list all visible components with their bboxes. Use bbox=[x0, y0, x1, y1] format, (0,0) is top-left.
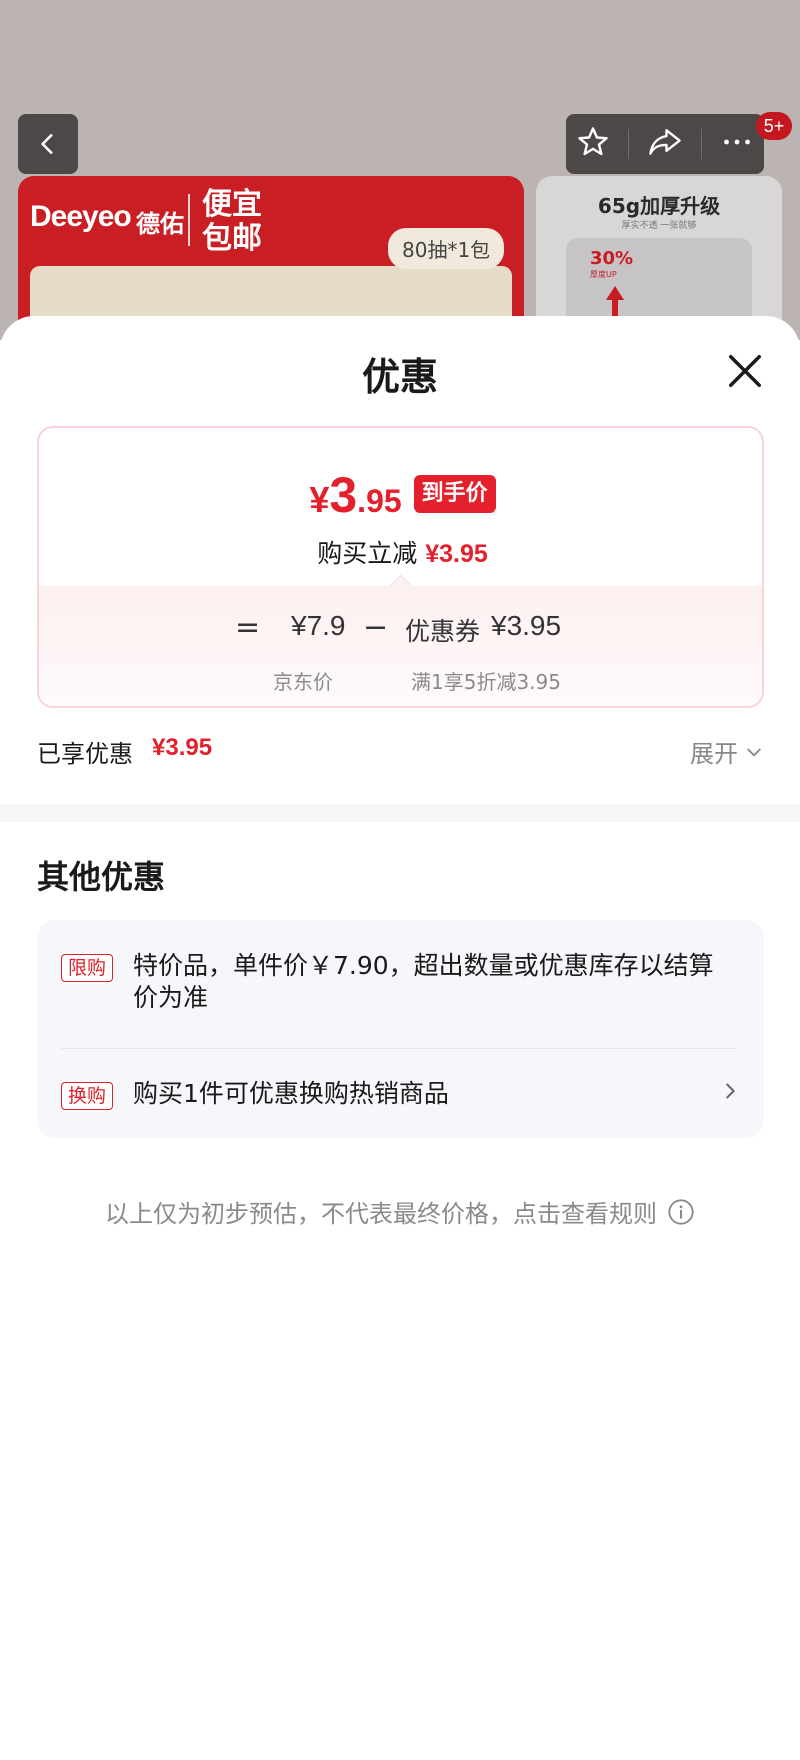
coupon-caption: 满1享5折减3.95 bbox=[411, 670, 561, 694]
chevron-down-icon bbox=[747, 748, 761, 756]
final-price-tag: 到手价 bbox=[413, 475, 496, 513]
jd-price-value: ¥7.9 bbox=[291, 610, 346, 641]
final-price-row: ¥3.95 到手价 bbox=[39, 466, 762, 524]
enjoyed-discount-label: 已享优惠 bbox=[37, 740, 133, 768]
final-price: ¥3.95 bbox=[309, 466, 401, 524]
banner-separator bbox=[188, 194, 190, 246]
promo-item-exchange[interactable]: 换购 购买1件可优惠换购热销商品 bbox=[61, 1078, 741, 1118]
action-separator bbox=[627, 129, 629, 159]
promo-text-exchange: 购买1件可优惠换购热销商品 bbox=[133, 1079, 449, 1108]
top-actions-bar bbox=[566, 114, 764, 174]
enjoyed-discount-value: ¥3.95 bbox=[152, 734, 213, 761]
banner-brand-cn: 德佑 bbox=[136, 210, 184, 238]
product-page-backdrop[interactable]: Deeyeo 德佑 便宜包邮 80抽*1包 65g加厚升级 厚实不透 一张就够 … bbox=[0, 0, 800, 340]
side-card-percent-note: 厚度UP bbox=[590, 270, 617, 279]
jd-price-caption: 京东价 bbox=[273, 670, 333, 694]
close-icon bbox=[729, 355, 761, 387]
side-card-title: 65g加厚升级 bbox=[597, 194, 721, 218]
share-icon bbox=[649, 129, 681, 155]
sheet-title: 优惠 bbox=[361, 355, 438, 399]
banner-slogan: 便宜包邮 bbox=[202, 187, 262, 256]
promo-text-limited: 特价品，单件价￥7.90，超出数量或优惠库存以结算价为准 bbox=[133, 951, 714, 1012]
side-card-percent: 30% 厚度UP bbox=[590, 248, 633, 280]
side-card-subtitle: 厚实不透 一张就够 bbox=[621, 221, 697, 231]
promo-item-limited: 限购 特价品，单件价￥7.90，超出数量或优惠库存以结算价为准 bbox=[61, 950, 741, 1030]
equals-sign: = bbox=[235, 610, 261, 645]
disclaimer-text: 以上仅为初步预估，不代表最终价格，点击查看规则 bbox=[105, 1200, 657, 1228]
info-icon bbox=[668, 1198, 694, 1225]
close-button[interactable] bbox=[720, 346, 770, 396]
banner-pack-label: 80抽*1包 bbox=[388, 228, 505, 269]
minus-sign: − bbox=[363, 610, 389, 645]
back-button[interactable] bbox=[18, 114, 78, 174]
expand-button[interactable]: 展开 bbox=[690, 734, 764, 769]
instant-discount-line: 购买立减 ¥3.95 bbox=[39, 534, 762, 570]
promo-tag-limited: 限购 bbox=[61, 954, 114, 982]
up-arrow-icon bbox=[606, 286, 624, 300]
star-icon bbox=[577, 127, 608, 156]
banner-brand: Deeyeo bbox=[30, 200, 132, 233]
chevron-right-icon bbox=[726, 1083, 735, 1099]
instant-discount-label: 购买立减 bbox=[317, 539, 418, 568]
price-calculation: = ¥7.9 京东价 − 优惠券 ¥3.95 满1享5折减3.95 bbox=[39, 586, 762, 706]
other-discounts-title: 其他优惠 bbox=[37, 858, 166, 896]
chevron-left-icon bbox=[41, 134, 53, 154]
promo-divider bbox=[61, 1048, 737, 1049]
final-price-currency: ¥ bbox=[309, 479, 330, 520]
more-dots-icon bbox=[724, 139, 751, 145]
discount-bottom-sheet: 优惠 ¥3.95 到手价 购买立减 ¥3.95 = ¥7.9 京东价 − 优惠券… bbox=[0, 316, 800, 1760]
section-divider bbox=[0, 804, 800, 822]
instant-discount-value: ¥3.95 bbox=[425, 540, 488, 568]
share-button[interactable] bbox=[646, 124, 684, 164]
promo-tag-exchange: 换购 bbox=[61, 1082, 114, 1110]
enjoyed-discount-row: 已享优惠 ¥3.95 展开 bbox=[37, 730, 764, 770]
final-price-card: ¥3.95 到手价 购买立减 ¥3.95 = ¥7.9 京东价 − 优惠券 ¥3… bbox=[37, 426, 764, 708]
more-button[interactable] bbox=[719, 124, 755, 164]
final-price-integer: 3 bbox=[329, 467, 358, 523]
favorite-button[interactable] bbox=[575, 124, 611, 164]
side-card-percent-value: 30% bbox=[590, 248, 634, 269]
expand-label: 展开 bbox=[690, 740, 738, 768]
final-price-decimal: .95 bbox=[357, 483, 402, 519]
coupon-label: 优惠券 bbox=[405, 617, 481, 646]
coupon-value: ¥3.95 bbox=[491, 610, 562, 641]
action-separator bbox=[701, 129, 703, 159]
notification-badge: 5+ bbox=[756, 112, 792, 140]
other-discounts-card: 限购 特价品，单件价￥7.90，超出数量或优惠库存以结算价为准 换购 购买1件可… bbox=[37, 920, 764, 1138]
price-disclaimer-link[interactable]: 以上仅为初步预估，不代表最终价格，点击查看规则 bbox=[0, 1194, 800, 1229]
